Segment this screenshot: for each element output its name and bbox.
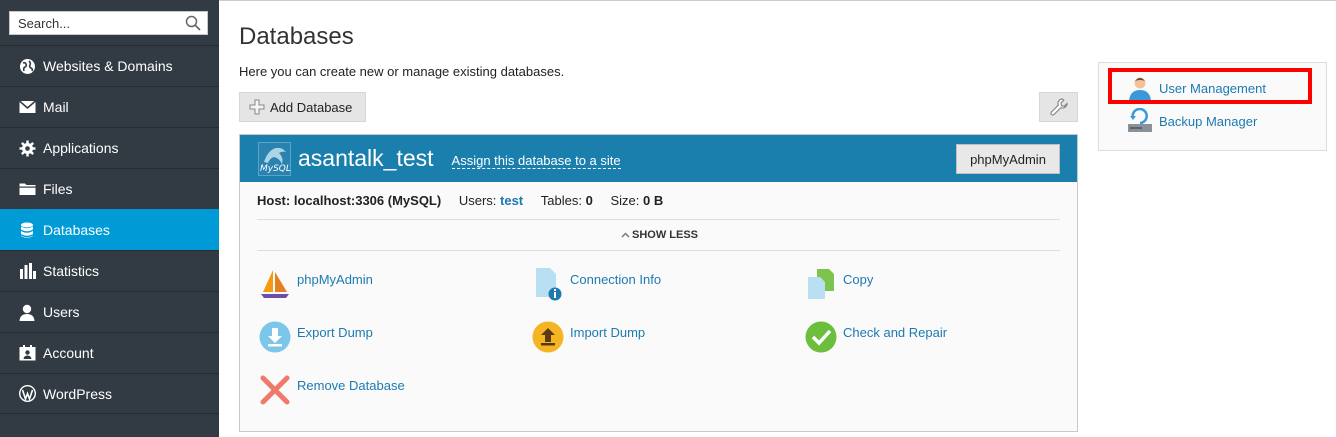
tools-panel: User Management Backup Manager xyxy=(1098,62,1327,151)
sidebar-nav: Websites & Domains Mail Applications Fil… xyxy=(0,45,219,414)
show-less-label: SHOW LESS xyxy=(631,229,698,241)
user-management-link[interactable]: User Management xyxy=(1127,75,1266,101)
assign-database-link[interactable]: Assign this database to a site xyxy=(451,153,621,169)
export-dump-icon xyxy=(258,320,292,354)
sidebar-item-label: Databases xyxy=(43,222,110,238)
database-card: MySQL asantalk_test Assign this database… xyxy=(239,134,1078,432)
tables-label: Tables: xyxy=(540,193,582,208)
sidebar-item-websites-domains[interactable]: Websites & Domains xyxy=(0,45,219,86)
sidebar: Websites & Domains Mail Applications Fil… xyxy=(0,0,219,437)
copy-icon xyxy=(804,267,838,301)
sidebar-item-account[interactable]: Account xyxy=(0,332,219,373)
connection-info-icon xyxy=(531,267,565,301)
sidebar-item-databases[interactable]: Databases xyxy=(0,209,219,250)
import-dump-icon xyxy=(531,320,565,354)
wrench-icon xyxy=(1049,98,1068,116)
action-phpmyadmin[interactable]: phpMyAdmin xyxy=(258,267,373,301)
backup-manager-label: Backup Manager xyxy=(1159,113,1258,129)
divider xyxy=(257,219,1060,220)
backup-icon xyxy=(1128,108,1152,132)
search-icon[interactable] xyxy=(185,15,201,31)
action-label: Export Dump xyxy=(297,324,373,340)
plus-icon xyxy=(249,99,265,115)
action-remove-database[interactable]: Remove Database xyxy=(258,373,405,407)
action-label: Copy xyxy=(843,271,874,287)
add-database-button[interactable]: Add Database xyxy=(239,92,366,122)
sidebar-item-applications[interactable]: Applications xyxy=(0,127,219,168)
bar-chart-icon xyxy=(18,262,36,280)
user-icon xyxy=(1129,77,1151,101)
action-import-dump[interactable]: Import Dump xyxy=(531,320,645,354)
database-name: asantalk_test xyxy=(298,145,434,171)
remove-icon xyxy=(258,373,292,407)
sidebar-item-label: Files xyxy=(43,181,73,197)
add-database-label: Add Database xyxy=(270,99,353,115)
sidebar-item-files[interactable]: Files xyxy=(0,168,219,209)
size-label: Size: xyxy=(610,193,640,208)
sidebar-item-label: Statistics xyxy=(43,263,100,279)
users-label: Users: xyxy=(458,193,497,208)
sidebar-item-label: Mail xyxy=(43,99,69,115)
dolphin-icon xyxy=(264,147,286,164)
action-check-repair[interactable]: Check and Repair xyxy=(804,320,947,354)
sidebar-item-statistics[interactable]: Statistics xyxy=(0,250,219,291)
wordpress-icon xyxy=(18,385,36,403)
check-icon xyxy=(804,320,838,354)
action-label: Connection Info xyxy=(570,271,662,287)
mysql-logo: MySQL xyxy=(258,141,291,176)
search-input[interactable] xyxy=(10,12,175,34)
user-icon xyxy=(18,303,36,321)
size-value: 0 B xyxy=(642,193,664,208)
sidebar-item-users[interactable]: Users xyxy=(0,291,219,332)
action-export-dump[interactable]: Export Dump xyxy=(258,320,373,354)
chevron-up-icon xyxy=(621,232,630,238)
phpmyadmin-button[interactable]: phpMyAdmin xyxy=(956,144,1060,174)
host-info: Host: localhost:3306 (MySQL) xyxy=(257,193,442,208)
database-card-header: MySQL asantalk_test Assign this database… xyxy=(240,135,1077,182)
action-label: phpMyAdmin xyxy=(297,271,373,287)
action-label: Import Dump xyxy=(570,324,646,340)
sidebar-item-label: WordPress xyxy=(43,385,112,402)
envelope-icon xyxy=(18,98,36,116)
phpmyadmin-icon xyxy=(258,267,292,301)
tables-value: 0 xyxy=(585,193,593,208)
action-label: Check and Repair xyxy=(843,324,948,340)
sidebar-item-label: Websites & Domains xyxy=(43,58,173,74)
mysql-logo-text: MySQL xyxy=(260,163,291,174)
divider xyxy=(257,250,1060,251)
backup-manager-link[interactable]: Backup Manager xyxy=(1127,108,1257,134)
search-box xyxy=(9,11,208,35)
app-root: Websites & Domains Mail Applications Fil… xyxy=(0,0,1336,437)
show-less-toggle[interactable]: SHOW LESS xyxy=(240,229,1079,241)
sidebar-item-label: Applications xyxy=(43,140,119,156)
user-management-label: User Management xyxy=(1159,80,1266,96)
users-link[interactable]: test xyxy=(500,193,523,208)
page-title: Databases xyxy=(239,23,354,50)
action-connection-info[interactable]: Connection Info xyxy=(531,267,661,301)
sidebar-item-label: Account xyxy=(43,345,94,361)
sidebar-item-mail[interactable]: Mail xyxy=(0,86,219,127)
database-icon xyxy=(18,221,36,239)
folder-icon xyxy=(18,180,36,198)
sidebar-item-wordpress[interactable]: WordPress xyxy=(0,373,219,414)
page-description: Here you can create new or manage existi… xyxy=(239,64,565,79)
database-info-row: Host: localhost:3306 (MySQL) Users: test… xyxy=(257,193,663,208)
globe-icon xyxy=(18,57,36,75)
action-label: Remove Database xyxy=(297,377,405,393)
account-icon xyxy=(18,344,36,362)
settings-tool-button[interactable] xyxy=(1039,92,1078,122)
sidebar-item-label: Users xyxy=(43,304,80,320)
gear-icon xyxy=(18,139,36,157)
action-copy[interactable]: Copy xyxy=(804,267,873,301)
